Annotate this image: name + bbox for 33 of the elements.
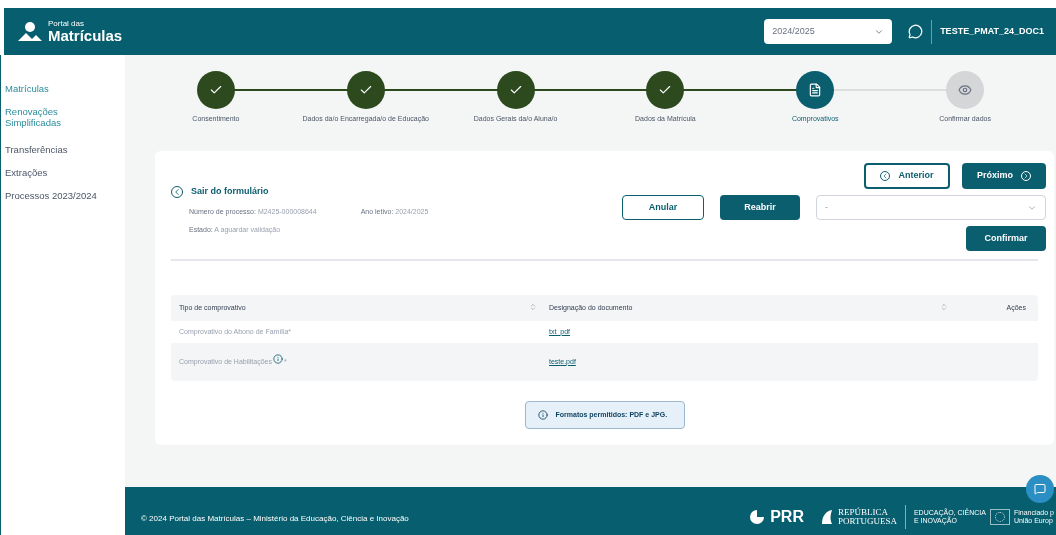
year-select[interactable]: 2024/2025: [764, 19, 893, 44]
check-icon: [358, 83, 373, 97]
info-icon[interactable]: [273, 353, 283, 364]
check-icon: [658, 83, 673, 97]
eu-flag-icon: [989, 509, 1010, 525]
check-icon: [208, 83, 223, 97]
republic-text: REPÚBLICA: [837, 508, 889, 517]
confirm-button[interactable]: Confirmar: [966, 226, 1046, 251]
sidebar-item[interactable]: Processos 2023/2024: [5, 190, 109, 205]
chat-button[interactable]: [1026, 475, 1054, 503]
logo-title: Matrículas: [48, 28, 123, 43]
chat-icon[interactable]: [908, 24, 924, 39]
sidebar-item[interactable]: Extrações: [5, 167, 109, 182]
sidebar-item[interactable]: Transferências: [5, 144, 109, 159]
logo-subtitle: Portal das: [48, 20, 86, 28]
sidebar-item[interactable]: Renovações Simplificadas: [5, 106, 109, 136]
logo-icon: [16, 20, 44, 43]
prr-logo-text: PRR: [770, 507, 804, 527]
eye-icon: [958, 83, 973, 97]
info-icon: [537, 410, 548, 420]
exit-link[interactable]: Sair do formulário: [171, 185, 429, 199]
document-icon: [808, 83, 823, 97]
copyright-text: © 2024 Portal das Matrículas – Ministério da Educação, Ciência e Inovação: [141, 513, 409, 525]
cancel-button[interactable]: Anular: [622, 195, 704, 220]
prr-logo-icon: [748, 509, 767, 525]
portuguesa-text: PORTUGUESA: [837, 517, 897, 526]
chat-icon: [1034, 483, 1046, 495]
previous-button[interactable]: Anterior: [864, 163, 950, 189]
check-icon: [508, 83, 523, 97]
user-name[interactable]: TESTE_PMAT_24_DOC1: [940, 24, 1044, 39]
next-button[interactable]: Próximo: [962, 163, 1046, 189]
sidebar-item[interactable]: Matrículas: [5, 83, 109, 98]
reopen-button[interactable]: Reabrir: [720, 195, 800, 220]
